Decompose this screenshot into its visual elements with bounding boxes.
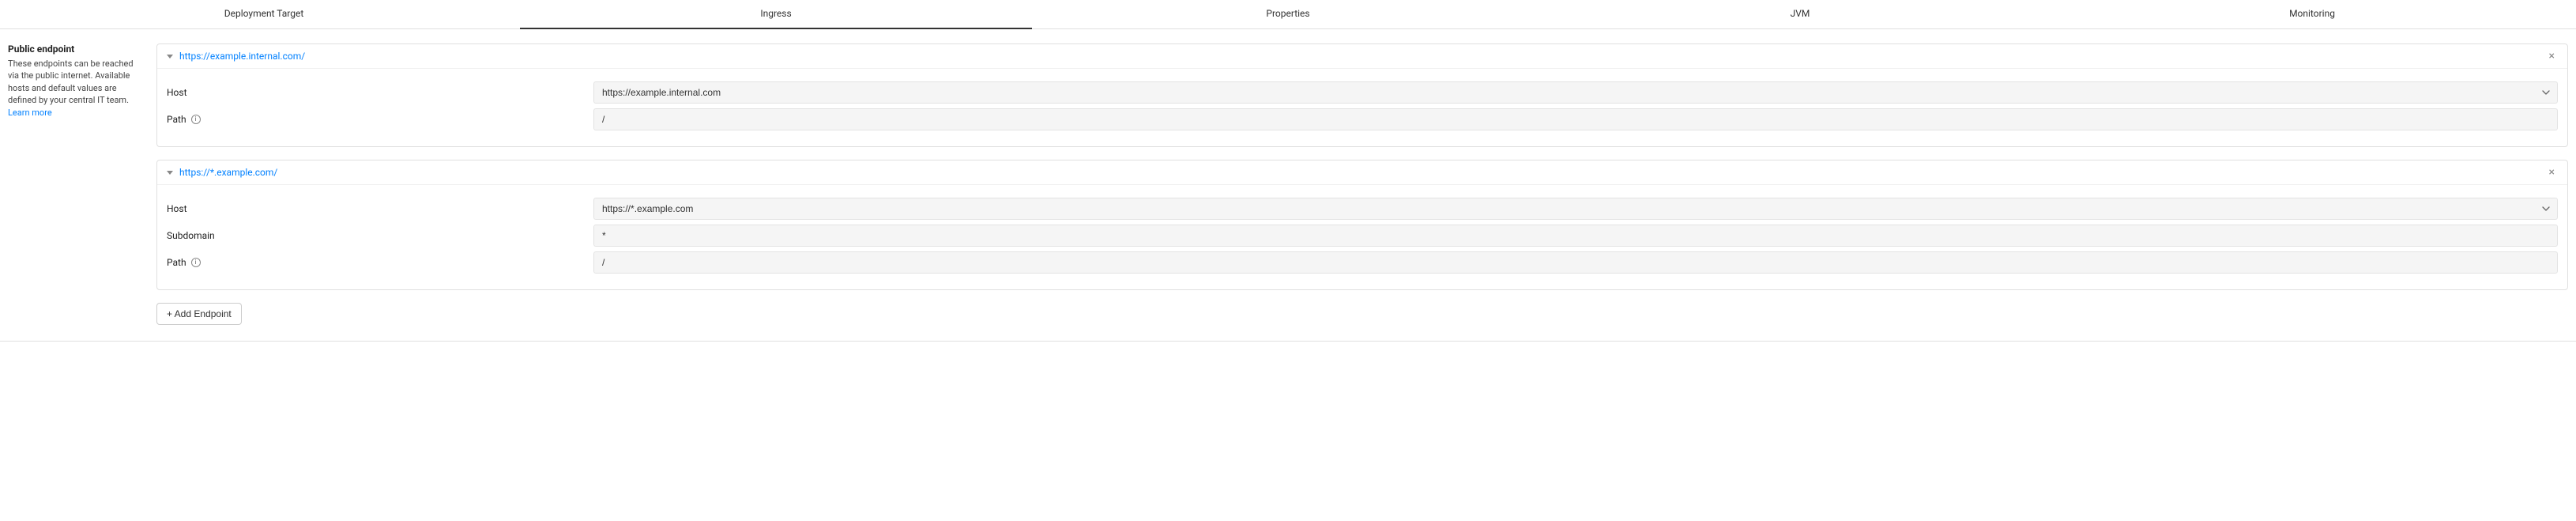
main-panel: https://example.internal.com/ × Host [156, 43, 2568, 325]
tabs-bar: Deployment Target Ingress Properties JVM… [0, 0, 2576, 29]
section-title: Public endpoint [8, 43, 141, 55]
path-input[interactable] [593, 251, 2558, 274]
chevron-down-icon[interactable] [167, 171, 173, 175]
tab-monitoring[interactable]: Monitoring [2056, 0, 2568, 28]
endpoint-card: https://example.internal.com/ × Host [156, 43, 2568, 147]
tab-deployment-target[interactable]: Deployment Target [8, 0, 520, 28]
host-select[interactable] [593, 81, 2558, 104]
sidebar: Public endpoint These endpoints can be r… [8, 43, 156, 325]
host-label: Host [167, 203, 593, 214]
chevron-down-icon[interactable] [167, 55, 173, 59]
endpoint-url-link[interactable]: https://*.example.com/ [179, 167, 277, 178]
tab-ingress[interactable]: Ingress [520, 0, 1032, 28]
path-label: Path i [167, 114, 593, 125]
card-header: https://*.example.com/ × [157, 160, 2567, 185]
close-icon[interactable]: × [2546, 167, 2558, 178]
host-select[interactable] [593, 198, 2558, 220]
section-desc: These endpoints can be reached via the p… [8, 58, 141, 119]
tab-jvm[interactable]: JVM [1544, 0, 2056, 28]
learn-more-link[interactable]: Learn more [8, 108, 52, 118]
endpoint-url-link[interactable]: https://example.internal.com/ [179, 51, 305, 62]
card-header: https://example.internal.com/ × [157, 44, 2567, 69]
tab-properties[interactable]: Properties [1032, 0, 1544, 28]
endpoint-card: https://*.example.com/ × Host [156, 160, 2568, 290]
path-label: Path i [167, 257, 593, 268]
host-label: Host [167, 87, 593, 98]
close-icon[interactable]: × [2546, 51, 2558, 62]
subdomain-input[interactable] [593, 225, 2558, 247]
subdomain-label: Subdomain [167, 230, 593, 241]
add-endpoint-button[interactable]: + Add Endpoint [156, 303, 242, 325]
info-icon[interactable]: i [191, 258, 201, 267]
path-input[interactable] [593, 108, 2558, 130]
info-icon[interactable]: i [191, 115, 201, 124]
